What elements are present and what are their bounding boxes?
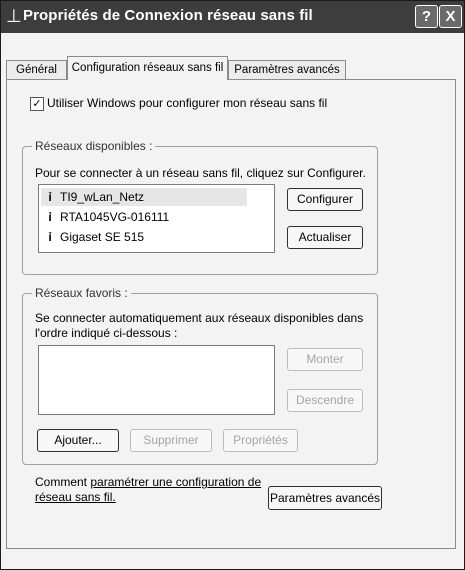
tab-general[interactable]: Général	[6, 60, 67, 80]
help-text-prefix: Comment	[35, 475, 91, 489]
properties-button[interactable]: Propriétés	[223, 429, 298, 452]
tab-advanced[interactable]: Paramètres avancés	[228, 60, 346, 80]
list-item[interactable]: ỉ RTA1045VG-016111	[41, 208, 169, 226]
use-windows-label[interactable]: Utiliser Windows pour configurer mon rés…	[47, 96, 327, 110]
available-instruction: Pour se connecter à un réseau sans fil, …	[35, 166, 366, 180]
use-windows-checkbox[interactable]: ✓	[30, 97, 44, 111]
antenna-icon: ỉ	[48, 230, 52, 244]
close-button[interactable]: X	[439, 5, 462, 28]
network-name: TI9_wLan_Netz	[60, 190, 145, 204]
preferred-networks-title: Réseaux favoris :	[32, 286, 131, 300]
available-networks-list[interactable]: ỉ TI9_wLan_Netz ỉ RTA1045VG-016111 ỉ Gigase…	[38, 184, 275, 253]
move-down-button[interactable]: Descendre	[287, 389, 363, 412]
antenna-icon: ỉ	[48, 210, 52, 224]
antenna-icon: ỉ	[48, 190, 52, 204]
add-button[interactable]: Ajouter...	[37, 429, 119, 452]
network-name: RTA1045VG-016111	[60, 210, 170, 224]
title-bar[interactable]: ⊥ Propriétés de Connexion réseau sans fi…	[1, 1, 464, 33]
remove-button[interactable]: Supprimer	[130, 429, 212, 452]
window-title: Propriétés de Connexion réseau sans fil	[23, 7, 313, 24]
tab-wireless-networks[interactable]: Configuration réseaux sans fil	[67, 56, 228, 80]
refresh-button[interactable]: Actualiser	[287, 226, 363, 249]
move-up-button[interactable]: Monter	[287, 348, 363, 371]
network-name: Gigaset SE 515	[60, 230, 145, 244]
help-button[interactable]: ?	[415, 5, 438, 28]
network-connection-icon: ⊥	[6, 6, 22, 26]
list-item[interactable]: ỉ TI9_wLan_Netz	[41, 188, 247, 206]
config-help-link[interactable]: paramétrer une configuration de	[90, 475, 261, 489]
available-networks-title: Réseaux disponibles :	[32, 139, 156, 153]
list-item[interactable]: ỉ Gigaset SE 515	[41, 228, 144, 246]
config-help-link-line2[interactable]: réseau sans fil.	[35, 490, 116, 504]
advanced-settings-button[interactable]: Paramètres avancés	[268, 486, 382, 510]
preferred-instruction-line2: l'ordre indiqué ci-dessous :	[35, 326, 178, 340]
preferred-instruction-line1: Se connecter automatiquement aux réseaux…	[35, 311, 364, 325]
configure-button[interactable]: Configurer	[287, 188, 363, 211]
preferred-networks-list[interactable]	[38, 345, 275, 415]
help-text-line1: Comment paramétrer une configuration de	[35, 475, 261, 489]
